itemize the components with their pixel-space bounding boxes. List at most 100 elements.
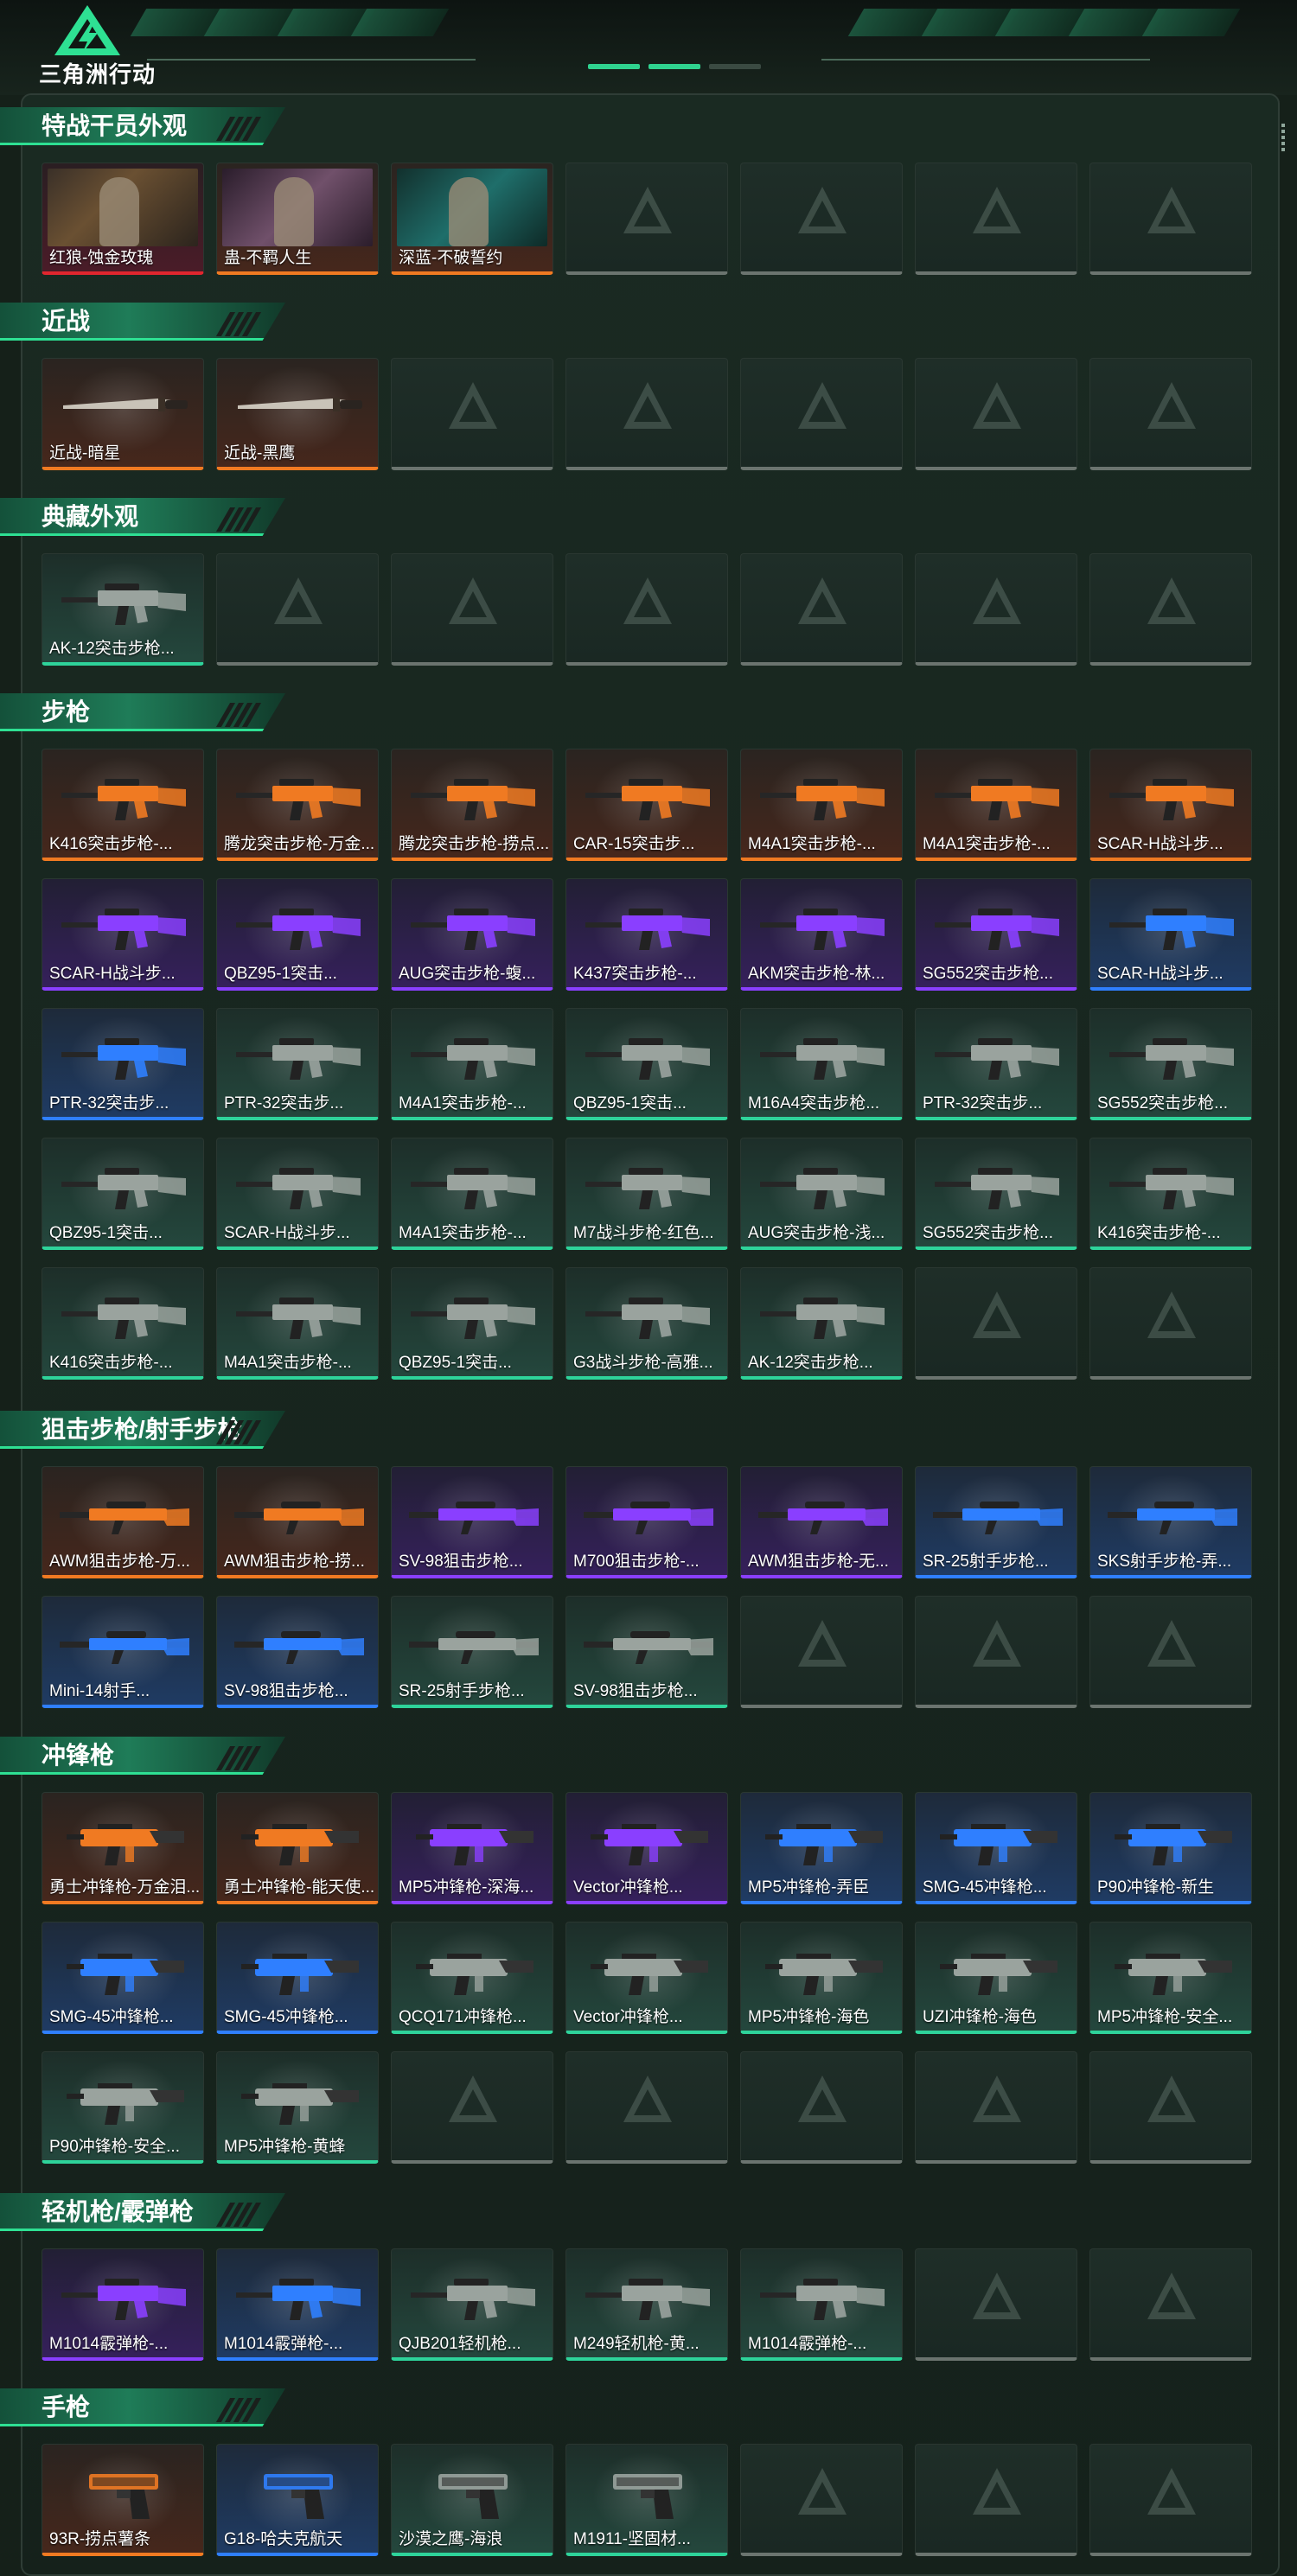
- item-tile[interactable]: SCAR-H战斗步...: [42, 878, 204, 991]
- item-tile[interactable]: QJB201轻机枪...: [391, 2248, 553, 2361]
- shotgun-image: [61, 2279, 186, 2320]
- item-tile[interactable]: 腾龙突击步枪-捞点...: [391, 749, 553, 861]
- item-label: SMG-45冲锋枪...: [49, 2008, 174, 2026]
- item-tile[interactable]: SR-25射手步枪...: [915, 1466, 1077, 1578]
- item-tile[interactable]: PTR-32突击步...: [216, 1008, 379, 1120]
- item-tile[interactable]: 沙漠之鹰-海浪: [391, 2444, 553, 2556]
- item-tile[interactable]: K437突击步枪-...: [565, 878, 728, 991]
- item-tile[interactable]: SV-98狙击步枪...: [216, 1596, 379, 1708]
- sniper-image: [234, 1502, 364, 1534]
- item-tile[interactable]: K416突击步枪-...: [1089, 1138, 1252, 1250]
- sniper-image: [60, 1631, 189, 1664]
- item-tile[interactable]: K416突击步枪-...: [42, 749, 204, 861]
- item-tile[interactable]: SMG-45冲锋枪...: [42, 1922, 204, 2034]
- item-tile[interactable]: 蛊-不羁人生: [216, 163, 379, 275]
- item-tile[interactable]: G18-哈夫克航天: [216, 2444, 379, 2556]
- delta-watermark-icon: [798, 187, 847, 233]
- item-tile[interactable]: QBZ95-1突击...: [565, 1008, 728, 1120]
- item-label: M1911-坚固材...: [573, 2530, 691, 2548]
- item-tile[interactable]: SG552突击步枪...: [915, 1138, 1077, 1250]
- empty-slot: [1089, 1267, 1252, 1380]
- smg-image: [765, 1824, 883, 1865]
- item-tile[interactable]: PTR-32突击步...: [42, 1008, 204, 1120]
- item-tile[interactable]: QBZ95-1突击...: [42, 1138, 204, 1250]
- item-tile[interactable]: MP5冲锋枪-安全...: [1089, 1922, 1252, 2034]
- section-title: 冲锋枪: [42, 1742, 115, 1769]
- item-tile[interactable]: Vector冲锋枪...: [565, 1922, 728, 2034]
- item-tile[interactable]: SCAR-H战斗步...: [1089, 749, 1252, 861]
- item-tile[interactable]: SCAR-H战斗步...: [1089, 878, 1252, 991]
- item-tile[interactable]: QBZ95-1突击...: [216, 878, 379, 991]
- item-label: Vector冲锋枪...: [573, 1878, 683, 1897]
- item-tile[interactable]: M1911-坚固材...: [565, 2444, 728, 2556]
- item-tile[interactable]: Vector冲锋枪...: [565, 1792, 728, 1904]
- item-tile[interactable]: SR-25射手步枪...: [391, 1596, 553, 1708]
- item-tile[interactable]: MP5冲锋枪-深海...: [391, 1792, 553, 1904]
- item-tile[interactable]: 勇士冲锋枪-万金泪...: [42, 1792, 204, 1904]
- item-tile[interactable]: 腾龙突击步枪-万金...: [216, 749, 379, 861]
- item-tile[interactable]: QCQ171冲锋枪...: [391, 1922, 553, 2034]
- item-label: SCAR-H战斗步...: [1097, 965, 1224, 983]
- item-tile[interactable]: MP5冲锋枪-弄臣: [740, 1792, 903, 1904]
- item-tile[interactable]: K416突击步枪-...: [42, 1267, 204, 1380]
- smg-image: [241, 1824, 359, 1865]
- delta-watermark-icon: [623, 2075, 672, 2122]
- item-tile[interactable]: SV-98狙击步枪...: [565, 1596, 728, 1708]
- item-tile[interactable]: P90冲锋枪-安全...: [42, 2051, 204, 2164]
- item-tile[interactable]: M4A1突击步枪-...: [391, 1008, 553, 1120]
- item-tile[interactable]: MP5冲锋枪-海色: [740, 1922, 903, 2034]
- item-label: SMG-45冲锋枪...: [224, 2008, 348, 2026]
- item-tile[interactable]: PTR-32突击步...: [915, 1008, 1077, 1120]
- item-tile[interactable]: AWM狙击步枪-无...: [740, 1466, 903, 1578]
- item-tile[interactable]: UZI冲锋枪-海色: [915, 1922, 1077, 2034]
- item-tile[interactable]: SG552突击步枪...: [1089, 1008, 1252, 1120]
- item-tile[interactable]: M700狙击步枪-...: [565, 1466, 728, 1578]
- operator-portrait: [397, 169, 547, 246]
- item-tile[interactable]: MP5冲锋枪-黄蜂: [216, 2051, 379, 2164]
- item-label: AWM狙击步枪-捞...: [224, 1553, 365, 1571]
- item-tile[interactable]: AKM突击步枪-林...: [740, 878, 903, 991]
- rifle-image: [935, 779, 1059, 820]
- item-tile[interactable]: 深蓝-不破誓约: [391, 163, 553, 275]
- smg-image: [940, 1824, 1057, 1865]
- item-tile[interactable]: AK-12突击步枪...: [740, 1267, 903, 1380]
- item-tile[interactable]: G3战斗步枪-高雅...: [565, 1267, 728, 1380]
- scrollbar-handle[interactable]: [1281, 121, 1287, 156]
- item-tile[interactable]: SV-98狙击步枪...: [391, 1466, 553, 1578]
- item-tile[interactable]: M1014霰弹枪-...: [740, 2248, 903, 2361]
- item-tile[interactable]: 近战-黑鹰: [216, 358, 379, 470]
- item-tile[interactable]: M4A1突击步枪-...: [216, 1267, 379, 1380]
- item-tile[interactable]: 红狼-蚀金玫瑰: [42, 163, 204, 275]
- item-tile[interactable]: P90冲锋枪-新生: [1089, 1792, 1252, 1904]
- rifle-image: [935, 1168, 1059, 1209]
- item-tile[interactable]: 勇士冲锋枪-能天使...: [216, 1792, 379, 1904]
- item-tile[interactable]: 93R-捞点薯条: [42, 2444, 204, 2556]
- item-tile[interactable]: AK-12突击步枪...: [42, 553, 204, 666]
- item-tile[interactable]: M1014霰弹枪-...: [42, 2248, 204, 2361]
- item-tile[interactable]: SMG-45冲锋枪...: [216, 1922, 379, 2034]
- item-label: 蛊-不羁人生: [224, 249, 312, 267]
- rifle-image: [585, 779, 710, 820]
- item-tile[interactable]: M16A4突击步枪...: [740, 1008, 903, 1120]
- item-tile[interactable]: AUG突击步枪-蝮...: [391, 878, 553, 991]
- item-tile[interactable]: CAR-15突击步...: [565, 749, 728, 861]
- item-tile[interactable]: AWM狙击步枪-捞...: [216, 1466, 379, 1578]
- item-tile[interactable]: M4A1突击步枪-...: [391, 1138, 553, 1250]
- item-tile[interactable]: 近战-暗星: [42, 358, 204, 470]
- item-tile[interactable]: SMG-45冲锋枪...: [915, 1792, 1077, 1904]
- item-tile[interactable]: M4A1突击步枪-...: [740, 749, 903, 861]
- item-tile[interactable]: M4A1突击步枪-...: [915, 749, 1077, 861]
- item-tile[interactable]: SKS射手步枪-弄...: [1089, 1466, 1252, 1578]
- item-tile[interactable]: SCAR-H战斗步...: [216, 1138, 379, 1250]
- item-tile[interactable]: SG552突击步枪...: [915, 878, 1077, 991]
- item-tile[interactable]: QBZ95-1突击...: [391, 1267, 553, 1380]
- item-tile[interactable]: AWM狙击步枪-万...: [42, 1466, 204, 1578]
- item-tile[interactable]: Mini-14射手...: [42, 1596, 204, 1708]
- item-tile[interactable]: AUG突击步枪-浅...: [740, 1138, 903, 1250]
- item-tile[interactable]: M7战斗步枪-红色...: [565, 1138, 728, 1250]
- empty-slot: [915, 2248, 1077, 2361]
- empty-slot: [391, 358, 553, 470]
- delta-watermark-icon: [798, 1620, 847, 1667]
- item-tile[interactable]: M1014霰弹枪-...: [216, 2248, 379, 2361]
- item-tile[interactable]: M249轻机枪-黄...: [565, 2248, 728, 2361]
